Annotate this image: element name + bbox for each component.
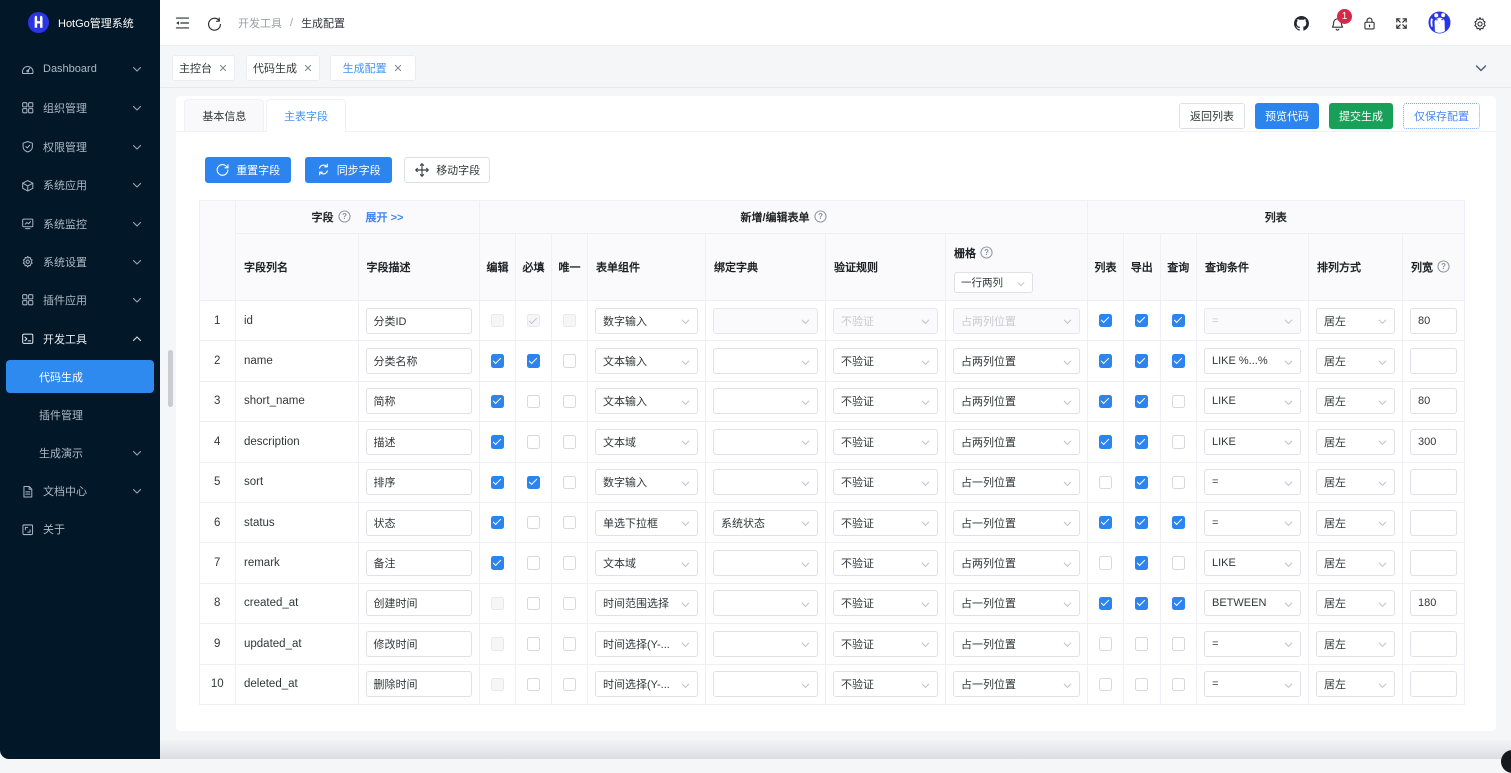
svg-text:?: ?	[984, 248, 989, 257]
svg-text:?: ?	[818, 212, 823, 221]
svg-text:?: ?	[1441, 262, 1446, 271]
svg-text:?: ?	[342, 212, 347, 221]
